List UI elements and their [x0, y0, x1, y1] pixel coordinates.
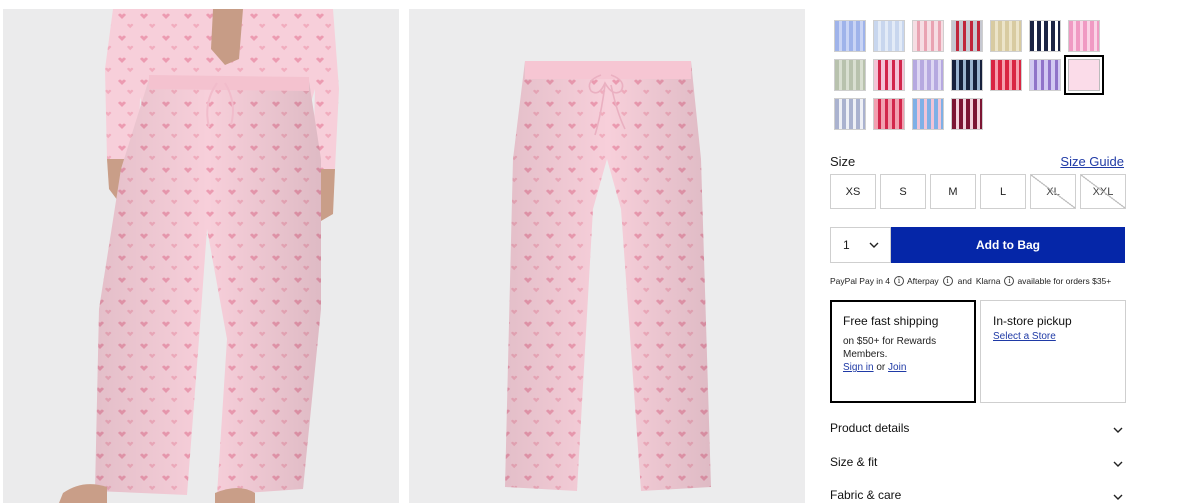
swatch-pink-strawberry[interactable]	[873, 98, 905, 130]
product-photo-model[interactable]	[3, 9, 399, 503]
add-to-bag-button[interactable]: Add to Bag	[891, 227, 1125, 263]
accordion-label: Size & fit	[830, 455, 878, 469]
buy-panel: Size Size Guide XS S M L XL XXL 1 Add to…	[830, 0, 1126, 503]
info-icon[interactable]: i	[1004, 276, 1015, 286]
sign-in-link[interactable]: Sign in	[843, 362, 874, 373]
chevron-down-icon	[1113, 427, 1123, 433]
swatch-blue-rainbow[interactable]	[912, 98, 944, 130]
accordion-label: Product details	[830, 421, 910, 435]
shipping-text: on $50+ for Rewards Members.	[843, 336, 937, 360]
size-title: Size	[830, 154, 856, 169]
info-icon[interactable]: i	[894, 276, 905, 286]
chevron-down-icon	[1113, 461, 1123, 467]
shipping-links: Sign in or Join	[843, 361, 963, 374]
swatch-lilac-plaid[interactable]	[912, 59, 944, 91]
swatch-navy-dots[interactable]	[1029, 20, 1061, 52]
size-guide-link[interactable]: Size Guide	[1060, 154, 1124, 169]
size-s-button[interactable]: S	[880, 174, 926, 209]
paypal-text: PayPal Pay in 4	[830, 276, 891, 286]
swatch-tan-stripe[interactable]	[990, 20, 1022, 52]
accordion-size-fit[interactable]: Size & fit	[830, 448, 1126, 478]
or-text: or	[876, 362, 886, 373]
swatch-navy-pinstripe[interactable]	[834, 98, 866, 130]
swatch-pink-stripe[interactable]	[1068, 20, 1100, 52]
swatch-burgundy-bow[interactable]	[951, 98, 983, 130]
size-l-button[interactable]: L	[980, 174, 1026, 209]
shipping-option-card[interactable]: Free fast shipping on $50+ for Rewards M…	[830, 300, 976, 403]
payment-suffix-text: available for orders $35+	[1017, 276, 1112, 286]
model-illustration	[3, 9, 399, 503]
info-icon[interactable]: i	[942, 276, 953, 286]
accordion-label: Fabric & care	[830, 488, 902, 502]
klarna-text: Klarna	[975, 276, 1001, 286]
swatch-pink-cherry[interactable]	[873, 59, 905, 91]
chevron-down-icon	[869, 242, 879, 248]
pants-flat-illustration	[409, 9, 805, 503]
swatch-blue-stripe[interactable]	[834, 20, 866, 52]
swatch-pink-hearts[interactable]	[912, 20, 944, 52]
pickup-title: In-store pickup	[993, 314, 1072, 328]
swatch-navy-floral[interactable]	[951, 59, 983, 91]
product-photo-flat[interactable]	[409, 9, 805, 503]
afterpay-text: Afterpay	[907, 276, 939, 286]
payment-options-line: PayPal Pay in 4 i Afterpay i and Klarna …	[830, 276, 1113, 286]
size-xl-button[interactable]: XL	[1030, 174, 1076, 209]
chevron-down-icon	[1113, 494, 1123, 500]
swatch-grey-heart[interactable]	[951, 20, 983, 52]
quantity-select[interactable]: 1	[830, 227, 891, 263]
and-text: and	[957, 276, 972, 286]
size-xxl-button[interactable]: XXL	[1080, 174, 1126, 209]
swatch-red-plaid[interactable]	[990, 59, 1022, 91]
shipping-title: Free fast shipping	[843, 314, 939, 328]
select-store-link[interactable]: Select a Store	[993, 331, 1113, 342]
size-selector: XS S M L XL XXL	[830, 174, 1126, 209]
pickup-option-card[interactable]: In-store pickup Select a Store	[980, 300, 1126, 403]
swatch-lavender-bow[interactable]	[1029, 59, 1061, 91]
swatch-light-blue-floral[interactable]	[873, 20, 905, 52]
size-header: Size Size Guide	[830, 154, 1124, 170]
size-m-button[interactable]: M	[930, 174, 976, 209]
join-link[interactable]: Join	[888, 362, 906, 373]
quantity-value: 1	[843, 238, 850, 252]
accordion-fabric-care[interactable]: Fabric & care	[830, 481, 1126, 503]
swatch-sage-plaid[interactable]	[834, 59, 866, 91]
accordion-product-details[interactable]: Product details	[830, 414, 1126, 444]
size-xs-button[interactable]: XS	[830, 174, 876, 209]
swatch-pale-pink[interactable]	[1064, 55, 1104, 95]
